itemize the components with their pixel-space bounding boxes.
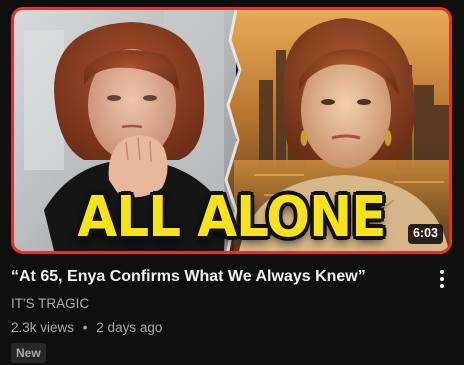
video-metadata: 2.3k views • 2 days ago	[11, 319, 162, 337]
video-card[interactable]: ALL ALONE 6:03 “At 65, Enya Confirms Wha…	[0, 0, 464, 365]
video-thumbnail[interactable]: ALL ALONE 6:03	[11, 7, 452, 254]
view-count: 2.3k views	[11, 320, 75, 335]
new-badge: New	[11, 343, 46, 363]
duration-badge: 6:03	[407, 224, 443, 244]
meta-separator: •	[82, 320, 88, 335]
more-vert-icon[interactable]	[432, 268, 452, 290]
thumbnail-headline: ALL ALONE	[77, 185, 386, 250]
channel-name[interactable]: IT'S TRAGIC	[11, 295, 89, 313]
video-title[interactable]: “At 65, Enya Confirms What We Always Kne…	[11, 267, 416, 287]
upload-age: 2 days ago	[96, 320, 163, 335]
